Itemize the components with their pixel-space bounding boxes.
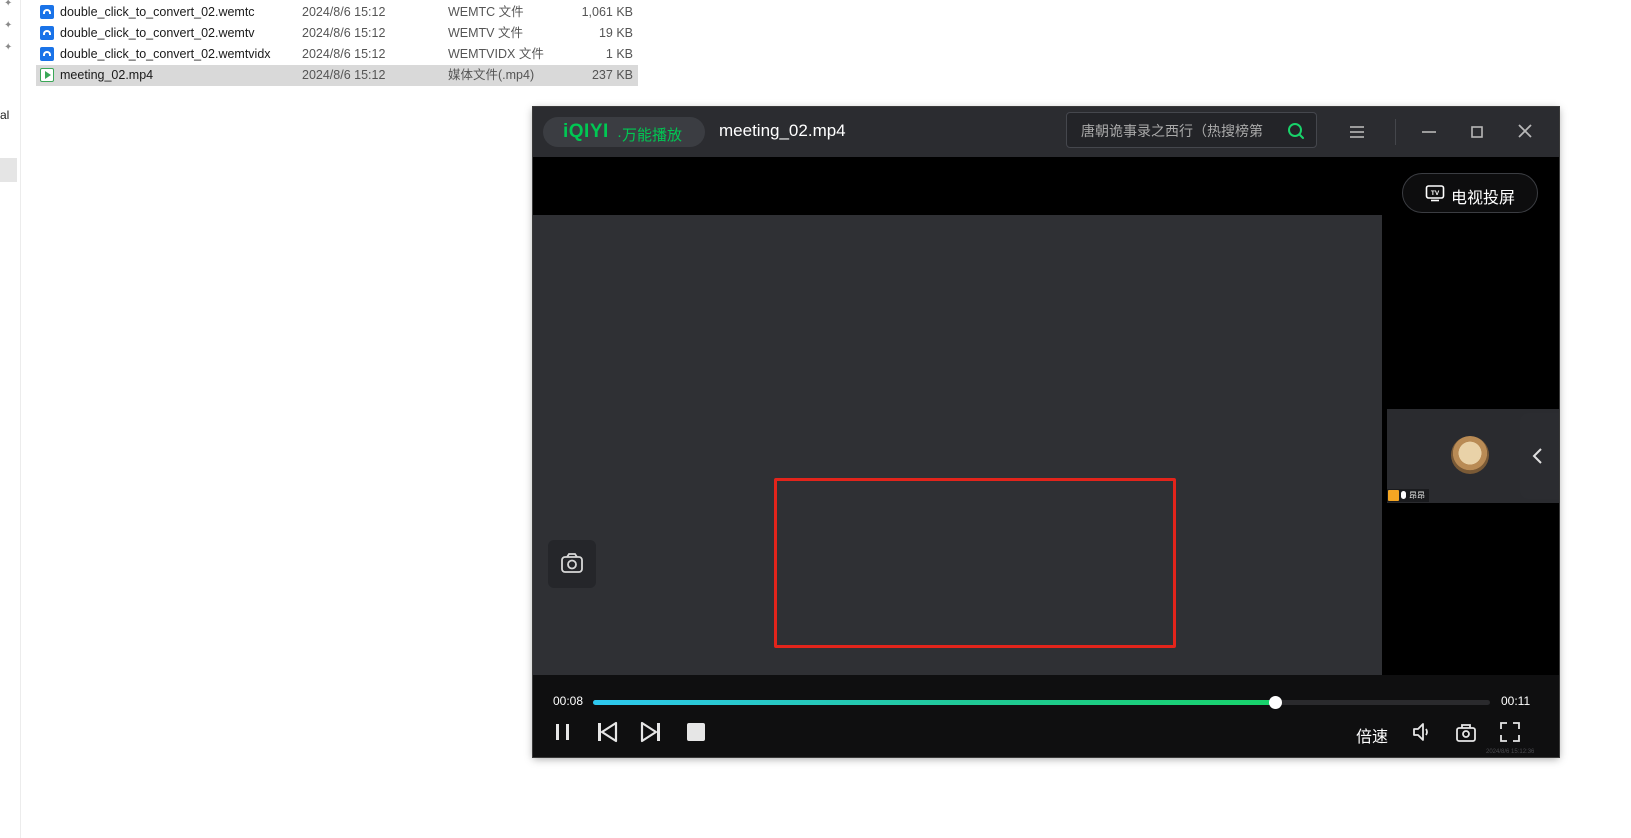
file-date: 2024/8/6 15:12	[302, 5, 386, 19]
file-row[interactable]: double_click_to_convert_02.wemtc 2024/8/…	[36, 2, 638, 23]
video-watermark: 2024/8/6 15:12:36	[1486, 749, 1535, 755]
tv-icon: TV	[1425, 185, 1445, 202]
video-title: meeting_02.mp4	[719, 121, 846, 140]
file-row[interactable]: double_click_to_convert_02.wemtv 2024/8/…	[36, 23, 638, 44]
logo-brand-text: iQIYI	[563, 121, 609, 142]
file-name: double_click_to_convert_02.wemtc	[60, 5, 255, 19]
wem-file-icon	[40, 5, 54, 19]
app-logo[interactable]: iQIYI ·万能播放	[543, 117, 705, 147]
close-icon[interactable]	[1515, 121, 1535, 141]
pin-icon[interactable]: ✦	[4, 42, 14, 54]
file-name: double_click_to_convert_02.wemtv	[60, 26, 255, 40]
titlebar-divider	[1395, 119, 1396, 145]
progress-bar[interactable]	[593, 696, 1490, 709]
tv-cast-label: 电视投屏	[1451, 190, 1516, 207]
svg-text:TV: TV	[1431, 190, 1440, 197]
fullscreen-icon[interactable]	[1498, 720, 1522, 744]
screenshot-button[interactable]	[548, 540, 596, 588]
participant-badge: 昂昂	[1387, 489, 1429, 502]
file-name: meeting_02.mp4	[60, 68, 154, 82]
file-date: 2024/8/6 15:12	[302, 47, 386, 61]
video-file-icon	[40, 68, 54, 82]
total-time: 00:11	[1501, 694, 1531, 708]
file-date: 2024/8/6 15:12	[302, 68, 386, 82]
file-name: double_click_to_convert_02.wemtvidx	[60, 47, 271, 61]
current-time: 00:08	[553, 694, 584, 708]
playback-speed-button[interactable]: 倍速	[1356, 723, 1388, 747]
file-row[interactable]: double_click_to_convert_02.wemtvidx 2024…	[36, 44, 638, 65]
pin-icon[interactable]: ✦	[4, 20, 14, 32]
file-list: double_click_to_convert_02.wemtc 2024/8/…	[36, 2, 638, 86]
annotation-rectangle	[774, 478, 1176, 648]
progress-fill	[593, 700, 1275, 705]
control-bar: 00:08 00:11 倍速 2024/8/6 15:12:36	[533, 675, 1559, 757]
avatar	[1451, 436, 1489, 474]
video-frame[interactable]	[533, 215, 1382, 675]
menu-icon[interactable]	[1347, 122, 1367, 142]
mic-icon	[1401, 491, 1406, 499]
file-type: 媒体文件(.mp4)	[448, 68, 535, 82]
player-window: iQIYI ·万能播放 meeting_02.mp4 唐朝诡事录之西行（热搜榜第…	[533, 107, 1559, 757]
file-size: 19 KB	[598, 26, 633, 40]
search-icon[interactable]	[1286, 121, 1306, 141]
wem-file-icon	[40, 47, 54, 61]
camera-icon	[561, 553, 583, 573]
search-input[interactable]	[1081, 121, 1277, 141]
chevron-left-icon	[1532, 448, 1542, 464]
file-size: 1,061 KB	[581, 5, 633, 19]
toolbox-icon[interactable]	[1454, 720, 1478, 744]
tv-cast-button[interactable]: TV 电视投屏	[1402, 173, 1538, 213]
collapse-panel-button[interactable]	[1520, 413, 1559, 499]
user-icon	[1388, 490, 1399, 501]
pin-icon[interactable]: ✦	[4, 0, 14, 10]
file-type: WEMTVIDX 文件	[448, 47, 544, 61]
volume-icon[interactable]	[1410, 720, 1434, 744]
participant-name: 昂昂	[1409, 491, 1425, 500]
wem-file-icon	[40, 26, 54, 40]
previous-icon[interactable]	[595, 720, 619, 744]
file-size: 237 KB	[591, 68, 633, 82]
file-date: 2024/8/6 15:12	[302, 26, 386, 40]
file-size: 1 KB	[605, 47, 633, 61]
file-type: WEMTC 文件	[448, 5, 524, 19]
next-icon[interactable]	[639, 720, 663, 744]
stop-icon[interactable]	[684, 720, 708, 744]
logo-sub-text: ·万能播放	[617, 127, 682, 144]
nav-item-label[interactable]: al	[0, 108, 9, 122]
progress-handle[interactable]	[1268, 696, 1282, 709]
maximize-icon[interactable]	[1467, 122, 1487, 142]
minimize-icon[interactable]	[1419, 122, 1439, 142]
file-row-selected[interactable]: meeting_02.mp4 2024/8/6 15:12 媒体文件(.mp4)…	[36, 65, 638, 86]
pause-icon[interactable]	[551, 720, 575, 744]
nav-item-selected[interactable]	[0, 158, 17, 182]
explorer-nav-pane: ✦ ✦ ✦ al	[0, 0, 21, 838]
search-box	[1066, 112, 1317, 148]
player-titlebar[interactable]: iQIYI ·万能播放 meeting_02.mp4	[533, 107, 1559, 157]
file-type: WEMTV 文件	[448, 26, 523, 40]
